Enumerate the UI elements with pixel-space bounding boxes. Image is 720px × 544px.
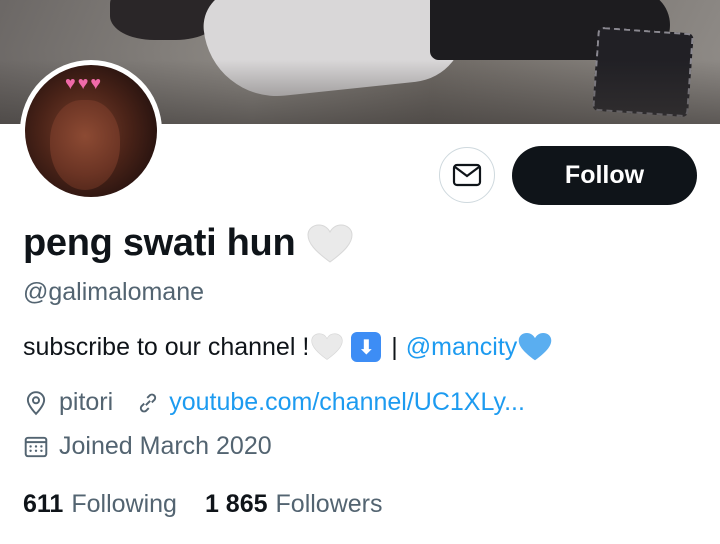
follow-stats: 611 Following 1 865 Followers xyxy=(23,490,383,519)
heart-crown-icon: ♥♥♥ xyxy=(65,73,104,93)
display-name-row: peng swati hun xyxy=(23,222,353,265)
avatar[interactable]: ♥♥♥ xyxy=(25,65,157,197)
joined-date: Joined March 2020 xyxy=(59,432,272,460)
joined-row: Joined March 2020 xyxy=(23,432,272,461)
bio-separator: | xyxy=(391,332,398,361)
followers-label: Followers xyxy=(275,490,383,518)
website-link[interactable]: youtube.com/channel/UC1XLy... xyxy=(169,388,525,417)
link-icon xyxy=(140,393,157,412)
following-stat[interactable]: 611 Following xyxy=(23,490,177,519)
bio: subscribe to our channel ! ⬇ | @mancity xyxy=(23,332,552,362)
profile-meta-row: pitori youtube.com/channel/UC1XLy... xyxy=(23,388,525,417)
user-handle: @galimalomane xyxy=(23,278,205,306)
avatar-face xyxy=(50,100,120,190)
message-button[interactable] xyxy=(439,147,495,203)
followers-count: 1 865 xyxy=(204,490,268,518)
avatar-frame[interactable]: ♥♥♥ xyxy=(20,60,162,202)
mention-link[interactable]: @mancity xyxy=(406,333,518,362)
down-arrow-icon: ⬇ xyxy=(351,332,382,362)
white-heart-icon xyxy=(311,333,343,360)
follow-button[interactable]: Follow xyxy=(512,146,697,205)
bio-text: subscribe to our channel ! xyxy=(23,332,310,361)
blue-heart-icon xyxy=(519,332,552,361)
following-count: 611 xyxy=(23,490,64,518)
location-pin-icon xyxy=(26,390,46,415)
following-label: Following xyxy=(71,490,177,518)
calendar-icon xyxy=(24,436,48,457)
display-name: peng swati hun xyxy=(23,222,296,264)
location: pitori xyxy=(59,388,114,416)
followers-stat[interactable]: 1 865 Followers xyxy=(205,490,383,519)
envelope-icon xyxy=(452,163,482,187)
white-heart-icon xyxy=(307,223,353,263)
